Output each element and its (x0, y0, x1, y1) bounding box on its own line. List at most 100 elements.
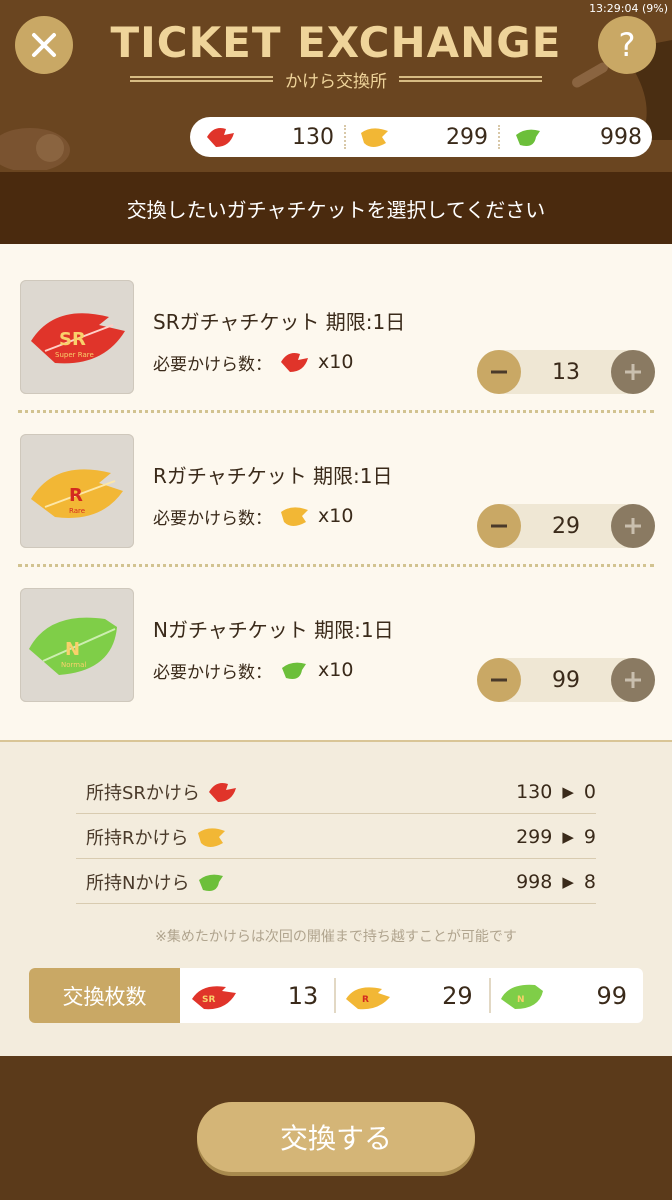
holding-label: 所持SRかけら (86, 778, 240, 806)
n-decrement-button[interactable] (477, 658, 521, 702)
r-leaf-fragment-icon (281, 507, 308, 526)
n-leaf-letter: N (65, 639, 80, 660)
holding-before: 998 (516, 870, 553, 893)
holding-row-sr: 所持SRかけら 130 ▶ 0 (76, 770, 596, 814)
requirement-multiplier: x10 (318, 505, 354, 527)
n-exchange-count: N 99 (488, 968, 643, 1023)
sr-leaf-letter: SR (59, 329, 86, 350)
sr-exchange-value: 13 (287, 981, 319, 1010)
n-ticket-requirement: 必要かけら数： x10 (153, 656, 353, 684)
n-leaf-fragment-icon (199, 874, 224, 891)
r-leaf-fragment-icon (197, 827, 225, 847)
sr-leaf-letter: SR (202, 995, 215, 1005)
header: 13:29:04 (9%) ? TICKET EXCHANGE かけら交換所 1… (0, 0, 672, 172)
r-leaf-letter: R (69, 485, 83, 506)
r-decrement-button[interactable] (477, 504, 521, 548)
sr-leaf-ticket-icon: SR Super Rare (31, 313, 125, 364)
subtitle-row: かけら交換所 (130, 66, 542, 92)
sr-ticket-leaf-icon: SR (192, 985, 236, 1009)
requirement-label: 必要かけら数： (153, 508, 272, 529)
exchange-button[interactable]: 交換する (197, 1102, 475, 1172)
r-ticket-leaf-icon: R (346, 986, 391, 1009)
sr-ticket-name: SRガチャチケット 期限:1日 (153, 310, 406, 334)
sr-leaf-subtext: Super Rare (55, 351, 94, 359)
holding-label: 所持Rかけら (86, 823, 229, 851)
r-exchange-count: R 29 (334, 968, 488, 1023)
r-leaf-fragment-icon (361, 128, 388, 147)
holding-label-text: 所持SRかけら (86, 782, 200, 804)
r-exchange-value: 29 (442, 981, 473, 1010)
ticket-row-sr: SR Super Rare SRガチャチケット 期限:1日 必要かけら数： x1… (0, 244, 672, 398)
holding-after: 9 (583, 825, 596, 848)
holding-label-text: 所持Nかけら (86, 872, 190, 894)
r-fragment-counter: 299 (344, 117, 498, 157)
n-fragment-counter: 998 (498, 117, 652, 157)
holding-label-text: 所持Rかけら (86, 827, 189, 849)
requirement-label: 必要かけら数： (153, 354, 272, 375)
sr-ticket-requirement: 必要かけら数： x10 (153, 348, 353, 376)
status-time: 13:29:04 (9%) (589, 2, 668, 15)
exchange-count-label: 交換枚数 (29, 968, 180, 1023)
r-quantity-value: 29 (552, 513, 580, 539)
holding-before: 299 (516, 825, 553, 848)
holding-value: 299 ▶ 9 (516, 826, 596, 848)
n-quantity-value: 99 (552, 667, 580, 693)
holding-value: 998 ▶ 8 (516, 871, 596, 893)
minus-icon (491, 524, 507, 528)
n-quantity-stepper: 99 (477, 658, 655, 702)
r-leaf-subtext: Rare (69, 507, 85, 515)
n-leaf-fragment-icon (516, 129, 540, 146)
r-ticket-requirement: 必要かけら数： x10 (153, 502, 353, 530)
n-leaf-subtext: Normal (61, 661, 86, 669)
r-fragment-count: 299 (446, 124, 488, 150)
n-ticket-image: N Normal (20, 588, 134, 702)
requirement-multiplier: x10 (318, 351, 354, 373)
n-increment-button[interactable] (611, 658, 655, 702)
n-ticket-leaf-icon: N (500, 984, 543, 1009)
ticket-row-n: N Normal Nガチャチケット 期限:1日 必要かけら数： x10 99 (0, 552, 672, 706)
bone-decoration-icon (0, 128, 70, 170)
minus-icon (491, 678, 507, 682)
n-ticket-name: Nガチャチケット 期限:1日 (153, 618, 394, 642)
plus-icon (625, 518, 641, 534)
fragment-counter-bar: 130 299 998 (190, 117, 652, 157)
holding-before: 130 (516, 780, 553, 803)
n-exchange-value: 99 (596, 981, 627, 1010)
sr-leaf-fragment-icon (281, 353, 308, 372)
r-quantity-stepper: 29 (477, 504, 655, 548)
sr-quantity-value: 13 (552, 359, 580, 385)
sr-leaf-fragment-icon (208, 782, 236, 802)
r-increment-button[interactable] (611, 504, 655, 548)
carryover-note: ※集めたかけらは次回の開催まで持ち越すことが可能です (155, 929, 517, 945)
minus-icon (491, 370, 507, 374)
holding-value: 130 ▶ 0 (516, 781, 596, 803)
arrow-right-icon: ▶ (562, 827, 574, 846)
requirement-label: 必要かけら数： (153, 662, 272, 683)
requirement-multiplier: x10 (318, 659, 354, 681)
sr-leaf-fragment-icon (207, 128, 234, 147)
sr-ticket-image: SR Super Rare (20, 280, 134, 394)
n-leaf-letter: N (517, 995, 525, 1005)
sr-increment-button[interactable] (611, 350, 655, 394)
sr-fragment-counter: 130 (190, 117, 344, 157)
holding-after: 8 (583, 870, 596, 893)
arrow-right-icon: ▶ (562, 782, 574, 801)
page-subtitle: かけら交換所 (285, 71, 387, 92)
footer: 交換する (0, 1056, 672, 1200)
holding-after: 0 (583, 780, 596, 803)
sr-quantity-stepper: 13 (477, 350, 655, 394)
sr-exchange-count: SR 13 (180, 968, 334, 1023)
n-leaf-ticket-icon: N Normal (29, 617, 117, 675)
holding-row-r: 所持Rかけら 299 ▶ 9 (76, 815, 596, 859)
page-title: TICKET EXCHANGE (110, 18, 562, 67)
holding-row-n: 所持Nかけら 998 ▶ 8 (76, 860, 596, 904)
sr-fragment-count: 130 (292, 124, 334, 150)
exchange-summary: 所持SRかけら 130 ▶ 0 所持Rかけら 299 ▶ 9 所持Nかけら 99… (0, 740, 672, 1056)
r-ticket-name: Rガチャチケット 期限:1日 (153, 464, 393, 488)
ticket-list: SR Super Rare SRガチャチケット 期限:1日 必要かけら数： x1… (0, 244, 672, 740)
sr-decrement-button[interactable] (477, 350, 521, 394)
r-ticket-image: R Rare (20, 434, 134, 548)
arrow-right-icon: ▶ (562, 872, 574, 891)
n-leaf-fragment-icon (282, 662, 306, 679)
ticket-row-r: R Rare Rガチャチケット 期限:1日 必要かけら数： x10 29 (0, 398, 672, 552)
